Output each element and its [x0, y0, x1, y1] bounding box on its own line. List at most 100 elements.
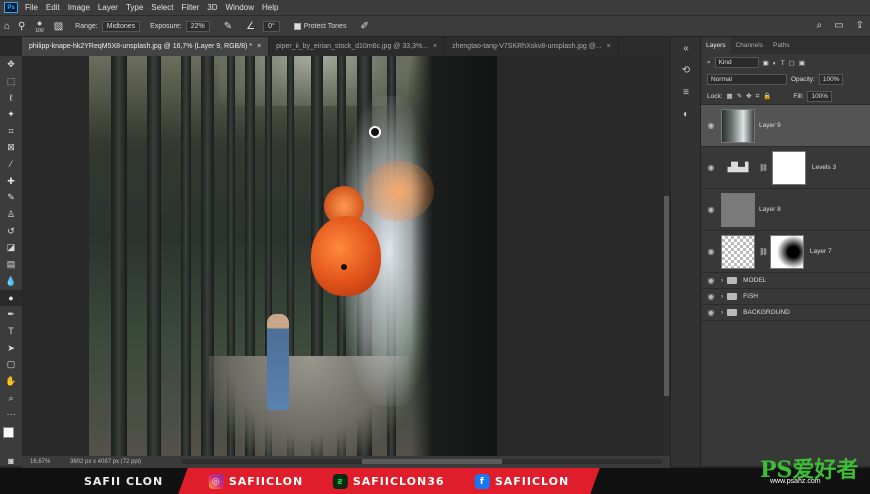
- foreground-color-swatch[interactable]: [3, 427, 14, 439]
- marquee-tool-icon[interactable]: ⬚: [0, 73, 22, 90]
- layer-row[interactable]: ◉ Layer 9: [701, 105, 870, 147]
- shape-tool-icon[interactable]: ▢: [0, 356, 22, 373]
- menu-select[interactable]: Select: [147, 3, 177, 12]
- clone-stamp-tool-icon[interactable]: ♙: [0, 206, 22, 223]
- menu-help[interactable]: Help: [258, 3, 282, 12]
- blend-mode-select[interactable]: Normal: [707, 74, 787, 85]
- eraser-tool-icon[interactable]: ◪: [0, 240, 22, 257]
- collapse-icon[interactable]: «: [671, 37, 701, 59]
- layer-group[interactable]: ◉ › FISH: [701, 289, 870, 305]
- layer-group[interactable]: ◉ › MODEL: [701, 273, 870, 289]
- color-swatches[interactable]: [0, 423, 22, 453]
- exposure-input[interactable]: 22%: [185, 20, 210, 32]
- document-canvas[interactable]: [89, 56, 497, 456]
- eye-icon[interactable]: ◉: [701, 292, 721, 301]
- share-icon[interactable]: ⇪: [856, 20, 864, 31]
- hand-tool-icon[interactable]: ✋: [0, 373, 22, 390]
- menu-edit[interactable]: Edit: [42, 3, 64, 12]
- protect-tones-label: Protect Tones: [303, 22, 347, 30]
- tab-document-2[interactable]: piper_ii_by_eirian_stock_d10m6c.jpg @ 33…: [269, 37, 446, 56]
- document-tabs: philipp-knape-hk2YReqM5X8-unsplash.jpg @…: [22, 37, 670, 56]
- path-selection-tool-icon[interactable]: ➤: [0, 340, 22, 357]
- fill-input[interactable]: 100%: [807, 90, 833, 102]
- vertical-scrollbar[interactable]: [663, 56, 670, 456]
- home-icon[interactable]: ⌂: [4, 21, 10, 32]
- tab-document-1[interactable]: philipp-knape-hk2YReqM5X8-unsplash.jpg @…: [22, 37, 270, 56]
- menu-file[interactable]: File: [21, 3, 42, 12]
- deviantart-link[interactable]: ƶ SAFIICLON36: [333, 473, 445, 489]
- brush-panel-icon[interactable]: ▨: [54, 21, 63, 32]
- brush-preset-picker[interactable]: ● 100: [35, 18, 43, 34]
- scroll-thumb[interactable]: [664, 196, 669, 396]
- layer-group[interactable]: ◉ › BACKGROUND: [701, 305, 870, 321]
- facebook-link[interactable]: f SAFIICLON: [475, 473, 570, 489]
- crop-tool-icon[interactable]: ⌗: [0, 123, 22, 140]
- menu-layer[interactable]: Layer: [94, 3, 122, 12]
- type-tool-icon[interactable]: T: [0, 323, 22, 340]
- history-brush-tool-icon[interactable]: ↺: [0, 223, 22, 240]
- range-select[interactable]: Midtones: [101, 20, 141, 32]
- eye-icon[interactable]: ◉: [701, 121, 721, 130]
- tab-document-3[interactable]: zhengtao-tang-V7SKRhXskv8-unsplash.jpg @…: [445, 37, 619, 56]
- history-panel-icon[interactable]: ⟲: [671, 59, 701, 81]
- tab-layers[interactable]: Layers: [701, 37, 731, 54]
- close-icon[interactable]: ×: [607, 43, 611, 50]
- instagram-link[interactable]: ◎ SAFIICLON: [209, 473, 304, 489]
- eye-icon[interactable]: ◉: [701, 205, 721, 214]
- protect-tones-checkbox[interactable]: Protect Tones: [293, 22, 347, 30]
- menu-3d[interactable]: 3D: [203, 3, 221, 12]
- chevron-right-icon[interactable]: ›: [721, 277, 723, 284]
- status-bar: 16,67% 3602 px x 4087 px (72 ppi): [22, 456, 670, 468]
- brush-tool-icon[interactable]: ✎: [0, 190, 22, 207]
- tab-paths[interactable]: Paths: [768, 37, 795, 54]
- properties-panel-icon[interactable]: ≡: [671, 81, 701, 103]
- menu-type[interactable]: Type: [122, 3, 147, 12]
- more-tools-icon[interactable]: ⋯: [0, 406, 22, 423]
- eye-icon[interactable]: ◉: [701, 276, 721, 285]
- horizontal-scrollbar[interactable]: [182, 459, 662, 464]
- workspace-icon[interactable]: ▭: [834, 20, 843, 31]
- lock-icons[interactable]: ▦✎✥⌗🔒: [727, 92, 776, 101]
- close-icon[interactable]: ×: [257, 43, 261, 50]
- canvas-area[interactable]: [22, 56, 662, 456]
- close-icon[interactable]: ×: [433, 43, 437, 50]
- menu-filter[interactable]: Filter: [178, 3, 204, 12]
- pressure-icon[interactable]: ✐: [360, 21, 368, 32]
- chevron-right-icon[interactable]: ›: [721, 293, 723, 300]
- layer-row[interactable]: ◉ Layer 8: [701, 189, 870, 231]
- eye-icon[interactable]: ◉: [701, 308, 721, 317]
- magic-wand-tool-icon[interactable]: ✦: [0, 106, 22, 123]
- facebook-handle: SAFIICLON: [495, 474, 570, 488]
- layer-mask-thumbnail: [771, 150, 806, 185]
- frame-tool-icon[interactable]: ⊠: [0, 139, 22, 156]
- dodge-tool-icon[interactable]: ●: [0, 289, 22, 307]
- opacity-input[interactable]: 100%: [818, 74, 844, 85]
- eye-icon[interactable]: ◉: [701, 247, 721, 256]
- zoom-level[interactable]: 16,67%: [22, 459, 62, 465]
- document-dimensions: 3602 px x 4087 px (72 ppi): [70, 459, 142, 465]
- eyedropper-tool-icon[interactable]: ⁄: [0, 156, 22, 173]
- healing-brush-tool-icon[interactable]: ✚: [0, 173, 22, 190]
- scroll-thumb[interactable]: [362, 459, 502, 464]
- layer-row[interactable]: ◉ ▟▙▟ ⛓ Levels 3: [701, 147, 870, 189]
- airbrush-icon[interactable]: ✎: [224, 21, 232, 32]
- move-tool-icon[interactable]: ✥: [0, 56, 22, 73]
- blur-tool-icon[interactable]: 💧: [0, 273, 22, 290]
- chevron-right-icon[interactable]: ›: [721, 309, 723, 316]
- zoom-tool-icon[interactable]: ⌕: [0, 390, 22, 407]
- adjustments-panel-icon[interactable]: ◐: [671, 103, 701, 125]
- menu-window[interactable]: Window: [222, 3, 258, 12]
- layer-row[interactable]: ◉ ⛓ Layer 7: [701, 231, 870, 273]
- menu-image[interactable]: Image: [64, 3, 94, 12]
- dodge-tool-icon[interactable]: ⚲: [18, 21, 25, 32]
- filter-icons[interactable]: ▣◐T▢▣: [763, 59, 809, 67]
- pen-tool-icon[interactable]: ✒: [0, 306, 22, 323]
- search-icon[interactable]: ⌕: [817, 20, 823, 31]
- eye-icon[interactable]: ◉: [701, 163, 721, 172]
- gradient-tool-icon[interactable]: ▤: [0, 256, 22, 273]
- layer-thumbnail: [721, 192, 755, 227]
- angle-input[interactable]: 0°: [263, 20, 280, 32]
- tab-channels[interactable]: Channels: [731, 37, 768, 54]
- filter-kind-select[interactable]: Kind: [714, 57, 759, 68]
- lasso-tool-icon[interactable]: ℓ: [0, 89, 22, 106]
